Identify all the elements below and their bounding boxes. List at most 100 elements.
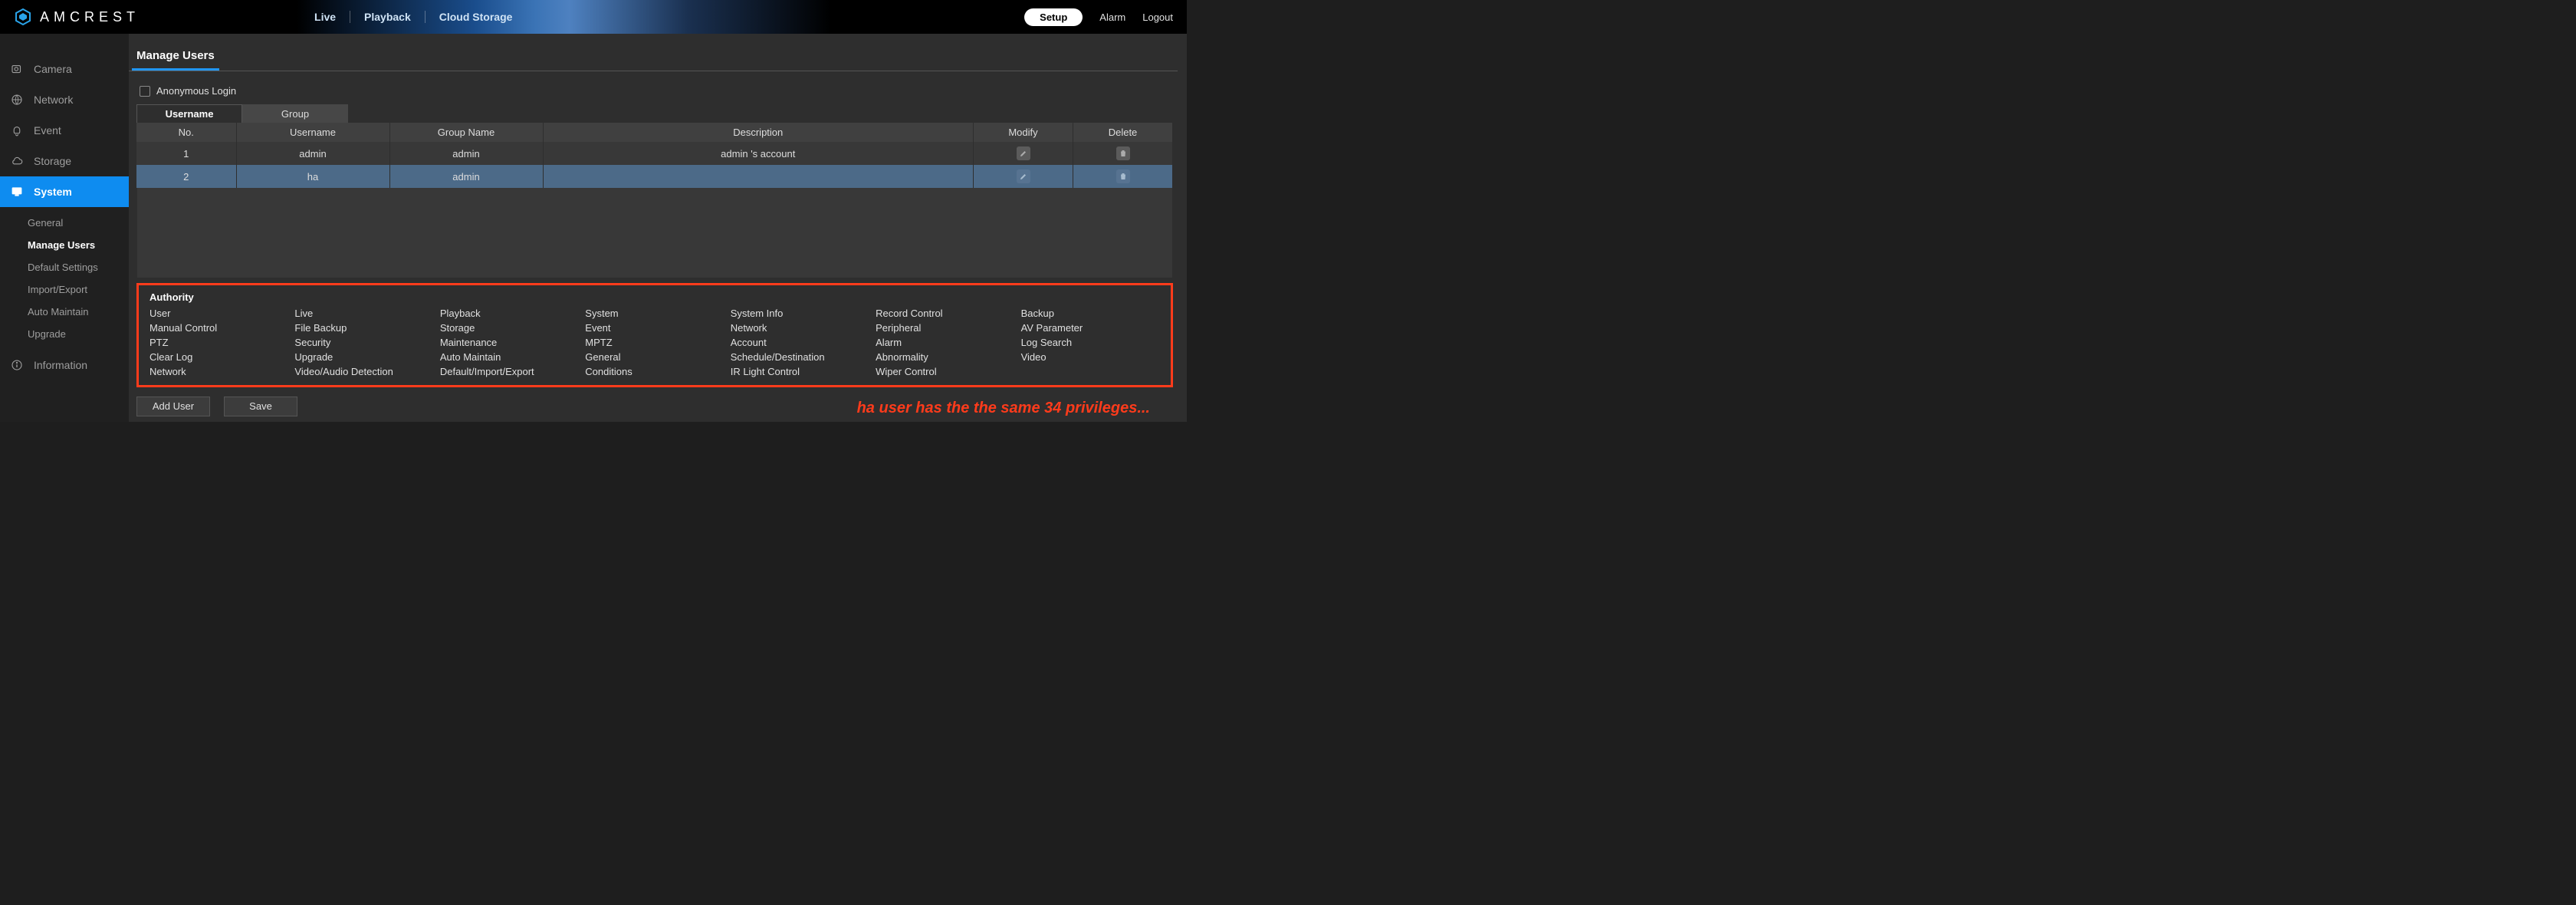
- sidebar-item-label: Camera: [34, 63, 72, 75]
- sidebar-item-storage[interactable]: Storage: [0, 146, 129, 176]
- info-icon: [9, 357, 25, 373]
- sidebar-item-system[interactable]: System: [0, 176, 129, 207]
- authority-item: Default/Import/Export: [440, 366, 579, 377]
- authority-item: File Backup: [294, 322, 433, 334]
- page-title: Manage Users: [132, 34, 219, 71]
- modify-icon[interactable]: [1017, 169, 1030, 183]
- cell-no: 2: [136, 165, 236, 188]
- brand-text: AMCREST: [40, 9, 140, 25]
- authority-item: Event: [585, 322, 724, 334]
- sidebar-item-label: System: [34, 186, 72, 198]
- authority-item: Backup: [1021, 308, 1160, 319]
- authority-item: Clear Log: [150, 351, 288, 363]
- authority-item: Conditions: [585, 366, 724, 377]
- tab-username[interactable]: Username: [136, 104, 242, 123]
- authority-item: Network: [731, 322, 869, 334]
- authority-panel: Authority UserLivePlaybackSystemSystem I…: [136, 283, 1173, 387]
- authority-item: AV Parameter: [1021, 322, 1160, 334]
- col-group: Group Name: [389, 123, 543, 142]
- nav-live[interactable]: Live: [301, 11, 350, 23]
- brand-logo: AMCREST: [14, 8, 140, 26]
- authority-item: System: [585, 308, 724, 319]
- sidebar-item-label: Storage: [34, 155, 71, 167]
- authority-item: Storage: [440, 322, 579, 334]
- main-content: Manage Users Anonymous Login Username Gr…: [129, 34, 1187, 422]
- modify-icon[interactable]: [1017, 146, 1030, 160]
- authority-item: Schedule/Destination: [731, 351, 869, 363]
- anonymous-login-label: Anonymous Login: [156, 85, 236, 97]
- authority-item: User: [150, 308, 288, 319]
- nav-playback[interactable]: Playback: [350, 11, 425, 23]
- cell-no: 1: [136, 142, 236, 165]
- authority-item: Upgrade: [294, 351, 433, 363]
- sidebar-item-camera[interactable]: Camera: [0, 54, 129, 84]
- alarm-link[interactable]: Alarm: [1099, 12, 1125, 23]
- table-row[interactable]: 2 ha admin: [136, 165, 1173, 188]
- col-no: No.: [136, 123, 236, 142]
- col-delete: Delete: [1073, 123, 1173, 142]
- authority-item: Peripheral: [876, 322, 1014, 334]
- sidebar-item-label: Information: [34, 359, 87, 371]
- cell-username: ha: [236, 165, 389, 188]
- top-nav: Live Playback Cloud Storage: [301, 11, 526, 23]
- authority-item: Network: [150, 366, 288, 377]
- table-row[interactable]: 1 admin admin admin 's account: [136, 142, 1173, 165]
- authority-title: Authority: [150, 291, 1160, 303]
- nav-cloud-storage[interactable]: Cloud Storage: [426, 11, 527, 23]
- authority-item: Video: [1021, 351, 1160, 363]
- cell-description: admin 's account: [543, 142, 974, 165]
- logo-hex-icon: [14, 8, 32, 26]
- cloud-icon: [9, 153, 25, 169]
- sidebar-item-network[interactable]: Network: [0, 84, 129, 115]
- authority-item: Auto Maintain: [440, 351, 579, 363]
- sidebar-item-label: Event: [34, 124, 61, 137]
- sidebar-item-label: Network: [34, 94, 73, 106]
- authority-item: Alarm: [876, 337, 1014, 348]
- globe-icon: [9, 92, 25, 107]
- authority-item: General: [585, 351, 724, 363]
- delete-icon[interactable]: [1116, 146, 1130, 160]
- authority-item: Maintenance: [440, 337, 579, 348]
- authority-item: Abnormality: [876, 351, 1014, 363]
- authority-item: IR Light Control: [731, 366, 869, 377]
- anonymous-login-checkbox[interactable]: [140, 86, 150, 97]
- authority-item: Security: [294, 337, 433, 348]
- sidebar-item-information[interactable]: Information: [0, 350, 129, 380]
- sidebar-item-event[interactable]: Event: [0, 115, 129, 146]
- sub-item-general[interactable]: General: [0, 212, 129, 234]
- table-empty-space: [136, 188, 1173, 278]
- col-modify: Modify: [974, 123, 1073, 142]
- cell-description: [543, 165, 974, 188]
- bell-icon: [9, 123, 25, 138]
- save-button[interactable]: Save: [224, 397, 297, 416]
- authority-item: Wiper Control: [876, 366, 1014, 377]
- authority-item: Account: [731, 337, 869, 348]
- logout-link[interactable]: Logout: [1142, 12, 1173, 23]
- cell-group: admin: [389, 165, 543, 188]
- authority-item: Live: [294, 308, 433, 319]
- cell-group: admin: [389, 142, 543, 165]
- monitor-icon: [9, 184, 25, 199]
- sub-item-import-export[interactable]: Import/Export: [0, 278, 129, 301]
- setup-button[interactable]: Setup: [1024, 8, 1083, 26]
- add-user-button[interactable]: Add User: [136, 397, 210, 416]
- delete-icon[interactable]: [1116, 169, 1130, 183]
- authority-item: Record Control: [876, 308, 1014, 319]
- sub-item-auto-maintain[interactable]: Auto Maintain: [0, 301, 129, 323]
- col-username: Username: [236, 123, 389, 142]
- sub-item-manage-users[interactable]: Manage Users: [0, 234, 129, 256]
- authority-item: Log Search: [1021, 337, 1160, 348]
- sidebar: Camera Network Event Storage System Gene…: [0, 34, 129, 422]
- authority-item: MPTZ: [585, 337, 724, 348]
- authority-item: Video/Audio Detection: [294, 366, 433, 377]
- camera-icon: [9, 61, 25, 77]
- authority-item: Manual Control: [150, 322, 288, 334]
- cell-username: admin: [236, 142, 389, 165]
- sub-item-upgrade[interactable]: Upgrade: [0, 323, 129, 345]
- users-table: No. Username Group Name Description Modi…: [136, 123, 1173, 188]
- authority-item: PTZ: [150, 337, 288, 348]
- sub-item-default-settings[interactable]: Default Settings: [0, 256, 129, 278]
- authority-item: System Info: [731, 308, 869, 319]
- tab-group[interactable]: Group: [242, 104, 348, 123]
- annotation-text: ha user has the the same 34 privileges..…: [857, 395, 1173, 417]
